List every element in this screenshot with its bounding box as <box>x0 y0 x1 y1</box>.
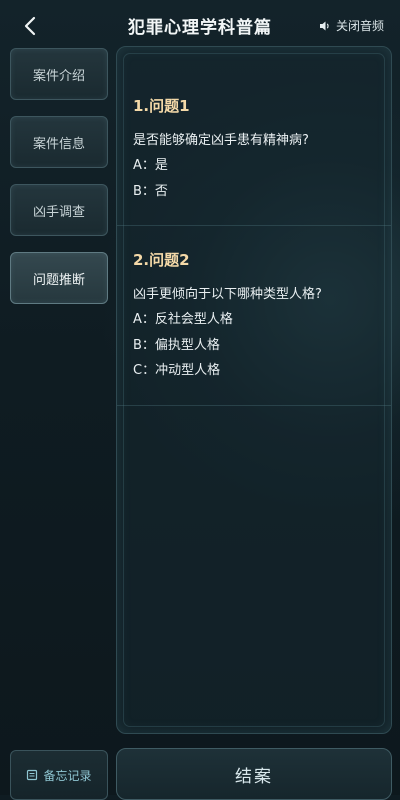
question-text: 是否能够确定凶手患有精神病? <box>133 133 309 148</box>
questions-panel: 1.问题1 是否能够确定凶手患有精神病? A：是 B：否 2.问题2 凶手更倾向… <box>116 46 392 734</box>
question-1: 1.问题1 是否能够确定凶手患有精神病? A：是 B：否 <box>133 95 383 209</box>
sidebar-item-label: 问题推断 <box>32 272 85 288</box>
sidebar-item-label: 案件介绍 <box>32 68 85 84</box>
option-a[interactable]: A：反社会型人格 <box>133 312 383 338</box>
option-b[interactable]: B：偏执型人格 <box>133 338 383 364</box>
option-a[interactable]: A：是 <box>133 158 383 184</box>
sidebar-item-suspect-investigation[interactable]: 凶手调查 <box>10 184 108 236</box>
sidebar-item-case-info[interactable]: 案件信息 <box>10 116 108 168</box>
header: 犯罪心理学科普篇 关闭音频 <box>0 0 400 50</box>
memo-label: 备忘记录 <box>43 768 92 783</box>
close-case-label: 结案 <box>235 766 273 787</box>
option-b[interactable]: B：否 <box>133 184 383 210</box>
sidebar-item-case-intro[interactable]: 案件介绍 <box>10 48 108 100</box>
divider <box>117 405 391 406</box>
question-2: 2.问题2 凶手更倾向于以下哪种类型人格? A：反社会型人格 B：偏执型人格 C… <box>133 249 383 389</box>
question-title: 2.问题2 <box>133 251 190 269</box>
question-text: 凶手更倾向于以下哪种类型人格? <box>133 287 322 302</box>
memo-button[interactable]: 备忘记录 <box>10 750 108 800</box>
close-case-button[interactable]: 结案 <box>116 748 392 800</box>
speaker-icon <box>319 21 329 30</box>
question-title: 1.问题1 <box>133 97 190 115</box>
divider <box>117 225 391 226</box>
sidebar-item-label: 凶手调查 <box>32 204 85 220</box>
sidebar-item-label: 案件信息 <box>32 136 85 152</box>
option-c[interactable]: C：冲动型人格 <box>133 363 383 389</box>
audio-label: 关闭音频 <box>335 19 384 33</box>
audio-toggle[interactable]: 关闭音频 <box>319 17 384 34</box>
sidebar-item-question-inference[interactable]: 问题推断 <box>10 252 108 304</box>
notebook-icon <box>27 769 38 781</box>
